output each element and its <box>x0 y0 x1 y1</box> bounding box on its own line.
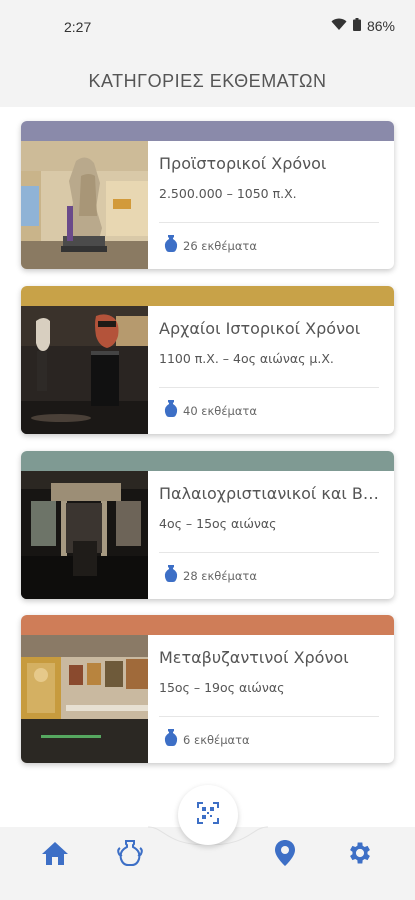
exhibit-count: 40 εκθέματα <box>164 400 257 421</box>
card-color-band <box>21 615 394 635</box>
category-title: Μεταβυζαντινοί Χρόνοι <box>159 648 349 667</box>
amphora-icon[interactable] <box>115 838 145 868</box>
card-color-band <box>21 286 394 306</box>
exhibit-count-label: 6 εκθέματα <box>183 732 250 747</box>
category-image <box>21 141 148 269</box>
divider <box>159 552 379 553</box>
divider <box>159 716 379 717</box>
amphora-icon <box>164 565 178 586</box>
category-list: Προϊστορικοί Χρόνοι 2.500.000 – 1050 π.Χ… <box>0 107 415 827</box>
category-title: Αρχαίοι Ιστορικοί Χρόνοι <box>159 319 361 338</box>
status-bar: 2:27 86% <box>0 0 415 55</box>
exhibit-count-label: 40 εκθέματα <box>183 403 257 418</box>
app-header: ΚΑΤΗΓΟΡΙΕΣ ΕΚΘΕΜΑΤΩΝ <box>0 55 415 107</box>
battery-percent: 86% <box>366 18 395 34</box>
wifi-icon <box>331 18 347 34</box>
category-card-prehistoric[interactable]: Προϊστορικοί Χρόνοι 2.500.000 – 1050 π.Χ… <box>21 121 394 269</box>
home-icon[interactable] <box>40 838 70 868</box>
category-period: 15ος – 19ος αιώνας <box>159 680 285 695</box>
category-card-ancient[interactable]: Αρχαίοι Ιστορικοί Χρόνοι 1100 π.Χ. – 4ος… <box>21 286 394 434</box>
card-color-band <box>21 451 394 471</box>
category-image <box>21 635 148 763</box>
amphora-icon <box>164 235 178 256</box>
location-pin-icon[interactable] <box>270 838 300 868</box>
exhibit-count-label: 28 εκθέματα <box>183 568 257 583</box>
category-title: Προϊστορικοί Χρόνοι <box>159 154 327 173</box>
category-image <box>21 306 148 434</box>
qr-scan-button[interactable] <box>178 785 238 845</box>
divider <box>159 387 379 388</box>
battery-icon <box>352 18 361 34</box>
category-card-post-byzantine[interactable]: Μεταβυζαντινοί Χρόνοι 15ος – 19ος αιώνας… <box>21 615 394 763</box>
amphora-icon <box>164 400 178 421</box>
status-icons: 86% <box>331 18 395 34</box>
exhibit-count-label: 26 εκθέματα <box>183 238 257 253</box>
category-image <box>21 471 148 599</box>
page-title: ΚΑΤΗΓΟΡΙΕΣ ΕΚΘΕΜΑΤΩΝ <box>88 70 327 91</box>
exhibit-count: 26 εκθέματα <box>164 235 257 256</box>
exhibit-count: 28 εκθέματα <box>164 565 257 586</box>
exhibit-count: 6 εκθέματα <box>164 729 250 750</box>
divider <box>159 222 379 223</box>
amphora-icon <box>164 729 178 750</box>
category-title: Παλαιοχριστιανικοί και Βυζαντινοί Χρόνοι <box>159 484 384 503</box>
gear-icon[interactable] <box>345 838 375 868</box>
category-period: 2.500.000 – 1050 π.Χ. <box>159 186 297 201</box>
category-card-byzantine[interactable]: Παλαιοχριστιανικοί και Βυζαντινοί Χρόνοι… <box>21 451 394 599</box>
card-color-band <box>21 121 394 141</box>
category-period: 1100 π.Χ. – 4ος αιώνας μ.Χ. <box>159 351 334 366</box>
category-period: 4ος – 15ος αιώνας <box>159 516 277 531</box>
qr-scan-icon <box>196 801 220 829</box>
status-time: 2:27 <box>64 19 92 35</box>
